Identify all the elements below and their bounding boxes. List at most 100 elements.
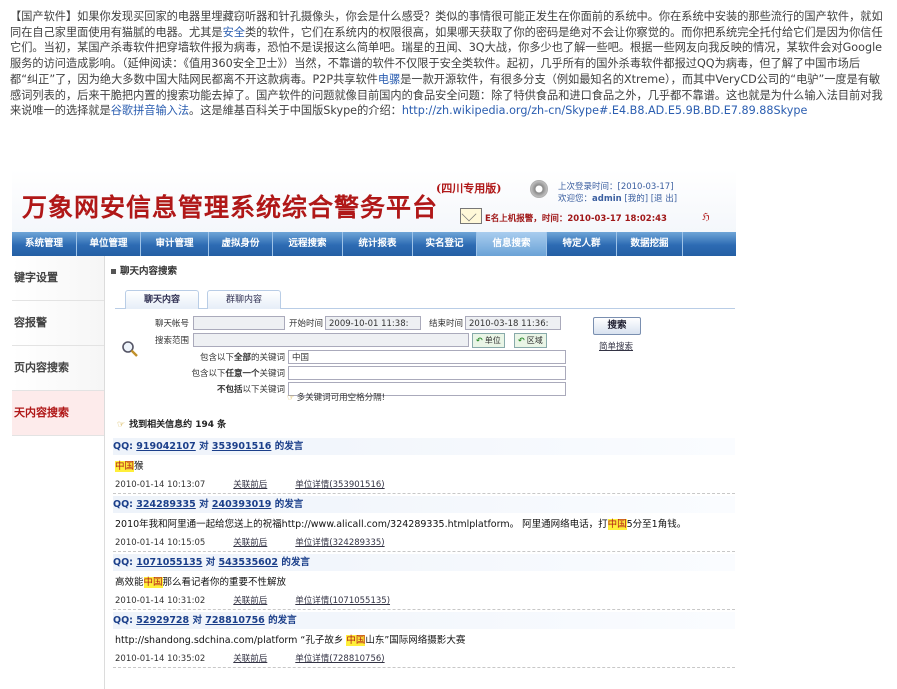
exclude-keywords-label: 不包括以下关键词	[145, 383, 285, 395]
platform-title: 万象网安信息管理系统综合警务平台	[22, 193, 439, 222]
message-post: 猴	[134, 461, 144, 472]
all-keywords-input[interactable]: 中国	[288, 350, 566, 364]
related-context-link[interactable]: 关联前后	[233, 538, 267, 548]
keyword-highlight: 中国	[346, 635, 366, 646]
related-context-link[interactable]: 关联前后	[233, 654, 267, 664]
flag-icon: ℌ	[702, 212, 710, 223]
record-meta: 2010-01-14 10:13:07 关联前后 单位详情(353901516)	[115, 478, 385, 490]
speech-suffix: 的发言	[268, 615, 297, 626]
result-record: QQ: 1071055135 对 543535602 的发言 高效能中国那么看记者…	[105, 554, 736, 612]
not-kw-a: 不包括	[216, 385, 243, 395]
receiver-qq-link[interactable]: 353901516	[212, 441, 272, 452]
unit-detail-link[interactable]: 单位详情(324289335)	[295, 538, 384, 548]
qq-prefix: QQ:	[113, 499, 133, 510]
nav-item-1[interactable]: 单位管理	[77, 232, 141, 256]
receiver-qq-link[interactable]: 728810756	[205, 615, 265, 626]
nav-item-7[interactable]: 信息搜索	[477, 232, 547, 256]
all-kw-a: 包含以下	[199, 353, 234, 363]
record-divider	[113, 551, 735, 552]
sender-qq-link[interactable]: 919042107	[136, 441, 196, 452]
end-time-input[interactable]: 2010-03-18 11:36:	[465, 316, 561, 330]
breadcrumb: 聊天内容搜索	[111, 263, 177, 277]
record-message: 2010年我和阿里通一起给您送上的祝福http://www.alicall.co…	[115, 516, 686, 530]
related-context-link[interactable]: 关联前后	[233, 480, 267, 490]
record-time: 2010-01-14 10:31:02	[115, 596, 206, 606]
any-kw-c: 关键词	[259, 369, 285, 379]
keyword-highlight: 中国	[607, 519, 627, 530]
nav-item-8[interactable]: 特定人群	[547, 232, 617, 256]
unit-detail-link[interactable]: 单位详情(1071055135)	[295, 596, 390, 606]
summary-prefix: 找到相关信息约	[129, 420, 193, 430]
sender-qq-link[interactable]: 52929728	[136, 615, 189, 626]
message-pre: 高效能	[115, 577, 144, 588]
end-time-label: 结束时间	[428, 319, 463, 329]
article-link[interactable]: 电骡	[378, 73, 400, 86]
start-time-input[interactable]: 2009-10-01 11:38:	[325, 316, 421, 330]
message-post: 山东”国际网络摄影大赛	[365, 635, 466, 646]
nav-item-4[interactable]: 远程搜索	[273, 232, 343, 256]
welcome-text: 欢迎您：admin [我的] [退 出]	[558, 192, 677, 204]
result-record: QQ: 919042107 对 353901516 的发言 中国猴 2010-01-…	[105, 438, 736, 496]
any-keywords-input[interactable]	[288, 366, 566, 380]
back-arrow-icon: ↶	[476, 336, 483, 345]
region-button[interactable]: ↶ 区域	[514, 333, 547, 348]
nav-item-3[interactable]: 虚拟身份	[209, 232, 273, 256]
sidebar: 键字设置 容报警 页内容搜索 天内容搜索	[12, 256, 104, 689]
simple-search-link[interactable]: 简单搜索	[599, 340, 633, 352]
not-kw-b: 以下关键词	[242, 385, 285, 395]
all-kw-c: 的关键词	[250, 353, 285, 363]
to-word: 对	[199, 499, 209, 510]
to-word: 对	[205, 557, 216, 568]
nav-item-5[interactable]: 统计报表	[343, 232, 413, 256]
user-links[interactable]: [我的] [退 出]	[624, 194, 677, 204]
sidebar-item-0[interactable]: 键字设置	[12, 256, 104, 301]
to-word: 对	[199, 441, 209, 452]
sender-qq-link[interactable]: 324289335	[136, 499, 196, 510]
scope-input[interactable]	[193, 333, 469, 347]
to-word: 对	[192, 615, 202, 626]
keyword-highlight: 中国	[115, 461, 135, 472]
nav-item-6[interactable]: 实名登记	[413, 232, 477, 256]
platform-header: 万象网安信息管理系统综合警务平台 (四川专用版) 上次登录时间：[2010-03…	[12, 170, 736, 232]
record-divider	[113, 493, 735, 494]
tab-chat-content[interactable]: 聊天内容	[125, 290, 199, 309]
alert-label: E名上机报警，	[485, 214, 542, 224]
sidebar-item-1[interactable]: 容报警	[12, 301, 104, 346]
related-context-link[interactable]: 关联前后	[233, 596, 267, 606]
record-message: http://shandong.sdchina.com/platform “孔子…	[115, 632, 465, 646]
receiver-qq-link[interactable]: 543535602	[219, 557, 279, 568]
unit-detail-link[interactable]: 单位详情(353901516)	[295, 480, 384, 490]
qq-prefix: QQ:	[113, 557, 133, 568]
sidebar-item-2[interactable]: 页内容搜索	[12, 346, 104, 391]
sender-qq-link[interactable]: 1071055135	[136, 557, 202, 568]
unit-detail-link[interactable]: 单位详情(728810756)	[295, 654, 384, 664]
article-link[interactable]: 安全	[223, 26, 245, 39]
main-nav: 系统管理 单位管理 审计管理 虚拟身份 远程搜索 统计报表 实名登记 信息搜索 特定人群 数据挖掘	[12, 232, 736, 256]
nav-item-0[interactable]: 系统管理	[12, 232, 77, 256]
account-input[interactable]	[193, 316, 285, 330]
keyword-tip: ☞ 多关键词可用空格分隔!	[287, 391, 385, 403]
envelope-icon[interactable]	[460, 208, 482, 224]
pointing-hand-icon: ☞	[287, 393, 295, 403]
search-button[interactable]: 搜索	[593, 317, 641, 335]
unit-button-label: 单位	[484, 336, 501, 345]
nav-item-9[interactable]: 数据挖掘	[617, 232, 683, 256]
welcome-prefix: 欢迎您：	[558, 194, 593, 204]
result-record: QQ: 52929728 对 728810756 的发言 http://shand…	[105, 612, 736, 670]
alert-text[interactable]: E名上机报警，时间：2010-03-17 18:02:43	[485, 212, 667, 224]
summary-suffix: 条	[217, 420, 227, 430]
message-pre: http://shandong.sdchina.com/platform “孔子…	[115, 635, 347, 646]
message-pre: 2010年我和阿里通一起给您送上的祝福http://www.alicall.co…	[115, 519, 608, 530]
nav-item-2[interactable]: 审计管理	[141, 232, 209, 256]
unit-button[interactable]: ↶ 单位	[472, 333, 505, 348]
tab-group-chat[interactable]: 群聊内容	[207, 290, 281, 309]
back-arrow-icon: ↶	[518, 336, 525, 345]
police-platform-screenshot: 万象网安信息管理系统综合警务平台 (四川专用版) 上次登录时间：[2010-03…	[12, 170, 736, 689]
article-text: 【国产软件】如果你发现买回家的电器里埋藏窃听器和针孔摄像头，你会是什么感受？类似…	[10, 9, 886, 119]
welcome-user: admin	[592, 194, 622, 204]
article-link[interactable]: 谷歌拼音输入法	[111, 104, 189, 117]
article-link[interactable]: http://zh.wikipedia.org/zh-cn/Skype#.E4.…	[402, 104, 808, 117]
sidebar-item-3[interactable]: 天内容搜索	[12, 391, 104, 436]
account-label: 聊天帐号	[154, 319, 189, 329]
receiver-qq-link[interactable]: 240393019	[212, 499, 272, 510]
